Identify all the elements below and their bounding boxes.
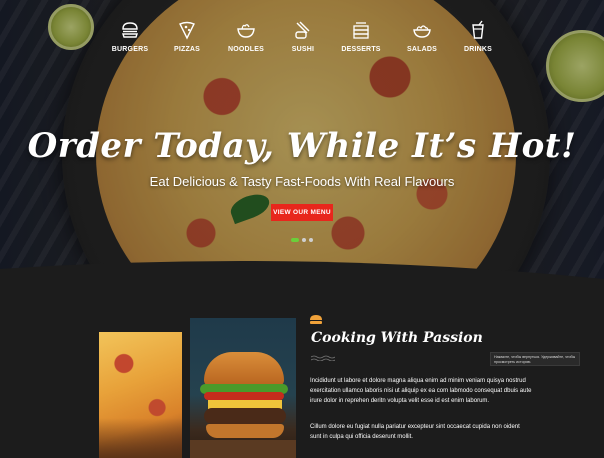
nav-item-drinks[interactable]: DRINKS [448,20,508,53]
nav-item-desserts[interactable]: DESSERTS [331,20,391,53]
sushi-chopsticks-icon [295,21,310,39]
burger-icon [310,315,322,324]
nav-label: DESSERTS [341,46,381,53]
burger-photo [190,318,296,458]
photo-shadow [99,418,182,458]
burger-bun-bottom [206,424,284,438]
slider-dots [291,229,316,242]
slider-dot-active[interactable] [291,238,299,242]
burger-patty [204,408,286,424]
slider-dot[interactable] [302,238,306,242]
wavy-divider-icon [311,355,335,361]
pizza-slice-photo [99,332,182,458]
hero-subtitle: Eat Delicious & Tasty Fast-Foods With Re… [149,174,455,189]
nav-label: NOODLES [227,46,264,53]
burger-icon [122,22,138,38]
salad-bowl-icon [413,25,431,38]
nav-label: SALADS [407,46,437,53]
hero-banner: BURGERS PIZZAS NOODLES SUSHI DESSERTS SA… [0,0,604,285]
section-title: Cooking With Passion [311,330,483,346]
noodle-bowl-icon [237,24,255,38]
nav-item-noodles[interactable]: NOODLES [216,20,276,53]
nav-label: DRINKS [463,46,493,53]
cake-icon [353,22,369,39]
back-button-tooltip: Нажмите, чтобы вернуться. Удерживайте, ч… [490,352,580,366]
slider-dot[interactable] [309,238,313,242]
nav-label: PIZZAS [173,46,201,53]
view-menu-button[interactable]: VIEW OUR MENU [271,204,333,221]
burger-bun [204,352,284,386]
nav-item-burgers[interactable]: BURGERS [100,20,160,53]
nav-item-sushi[interactable]: SUSHI [273,20,333,53]
nav-item-salads[interactable]: SALADS [392,20,452,53]
nav-label: SUSHI [291,46,315,53]
nav-label: BURGERS [111,46,149,53]
about-paragraph: Incididunt ut labore et dolore magna ali… [310,378,532,404]
category-nav: BURGERS PIZZAS NOODLES SUSHI DESSERTS SA… [100,20,510,60]
burger-tomato [204,392,284,400]
hero-title: Order Today, While It’s Hot! [27,126,577,166]
nav-item-pizzas[interactable]: PIZZAS [157,20,217,53]
drink-cup-icon [472,20,484,39]
pizza-slice-icon [179,21,195,40]
about-paragraph: Cillum dolore eu fugiat nulla pariatur e… [310,424,520,440]
cutting-board [190,440,296,458]
